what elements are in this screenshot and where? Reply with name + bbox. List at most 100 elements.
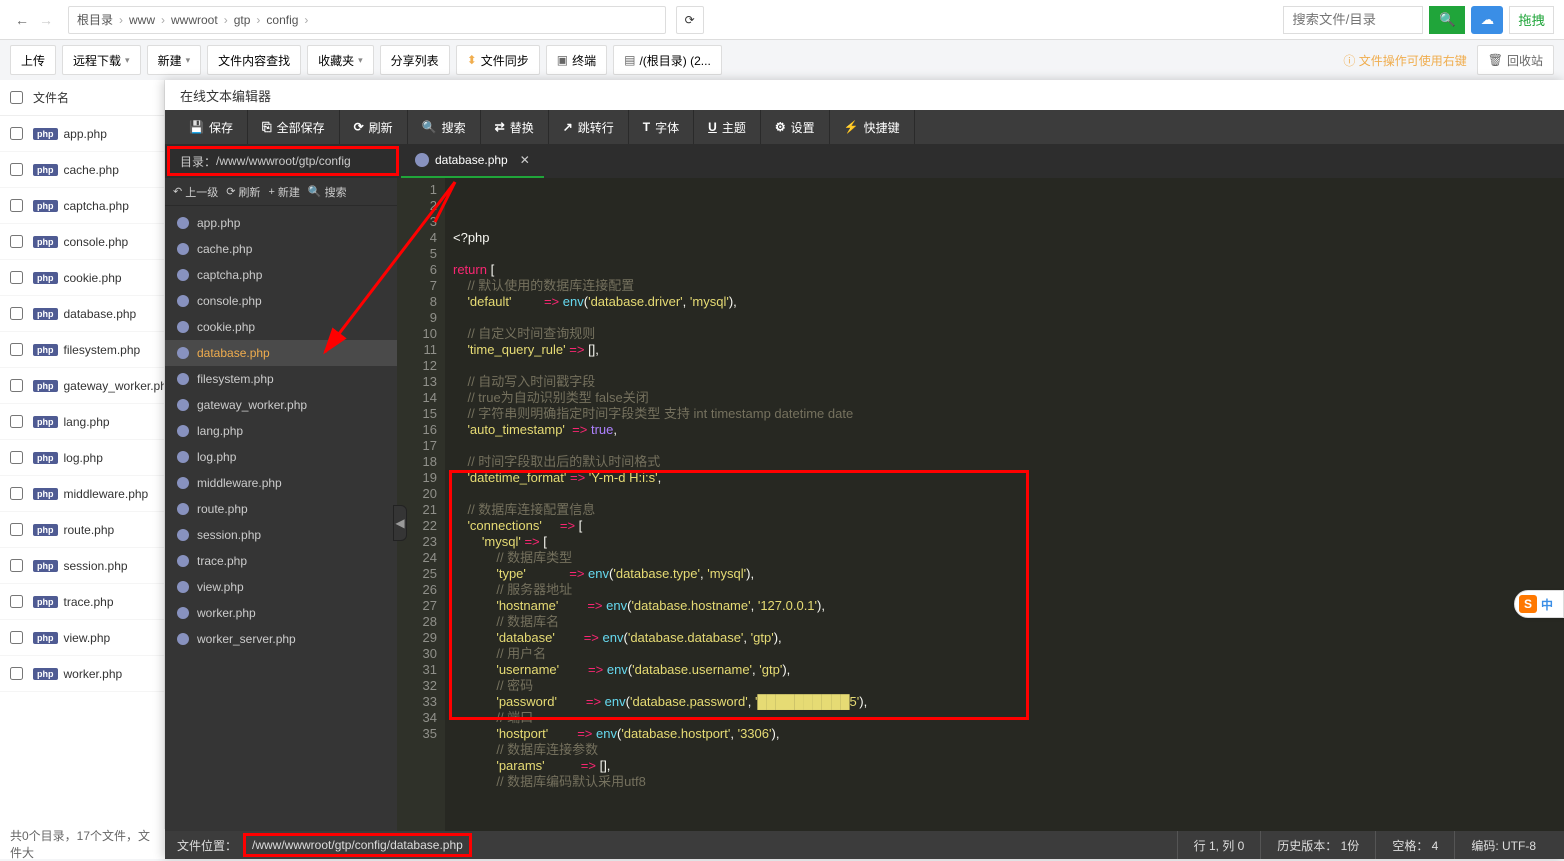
theme-button[interactable]: U主题 xyxy=(694,110,761,144)
file-row[interactable]: phpapp.php xyxy=(0,116,164,152)
select-all-checkbox[interactable] xyxy=(10,91,23,104)
file-name-label: console.php xyxy=(64,235,129,249)
cloud-button[interactable]: ☁ xyxy=(1471,6,1503,34)
upload-button[interactable]: 上传 xyxy=(10,45,56,75)
font-button[interactable]: T字体 xyxy=(629,110,694,144)
close-tab-button[interactable]: ✕ xyxy=(520,153,530,167)
recycle-button[interactable]: 🗑回收站 xyxy=(1477,45,1554,75)
file-row[interactable]: phpview.php xyxy=(0,620,164,656)
nav-forward-button[interactable]: → xyxy=(34,8,58,32)
tree-item[interactable]: cookie.php xyxy=(165,314,397,340)
file-checkbox[interactable] xyxy=(10,559,23,572)
refresh-button[interactable]: ⟳ xyxy=(676,6,704,34)
file-checkbox[interactable] xyxy=(10,163,23,176)
settings-button[interactable]: ⚙设置 xyxy=(761,110,830,144)
file-row[interactable]: phpconsole.php xyxy=(0,224,164,260)
file-checkbox[interactable] xyxy=(10,595,23,608)
file-checkbox[interactable] xyxy=(10,523,23,536)
replace-button[interactable]: ⇄替换 xyxy=(481,110,549,144)
tree-item[interactable]: view.php xyxy=(165,574,397,600)
file-row[interactable]: phpsession.php xyxy=(0,548,164,584)
tree-item[interactable]: worker_server.php xyxy=(165,626,397,652)
tree-item-label: captcha.php xyxy=(197,268,262,282)
tree-item[interactable]: console.php xyxy=(165,288,397,314)
tree-item[interactable]: worker.php xyxy=(165,600,397,626)
file-row[interactable]: phpcookie.php xyxy=(0,260,164,296)
root-path-button[interactable]: ▤/(根目录) (2... xyxy=(613,45,722,75)
file-row[interactable]: phpmiddleware.php xyxy=(0,476,164,512)
filename-column-header[interactable]: 文件名 xyxy=(33,89,69,106)
file-checkbox[interactable] xyxy=(10,127,23,140)
breadcrumb-root[interactable]: 根目录 xyxy=(77,11,113,28)
nav-back-button[interactable]: ← xyxy=(10,8,34,32)
file-row[interactable]: phpdatabase.php xyxy=(0,296,164,332)
tree-search-button[interactable]: 🔍 搜索 xyxy=(308,184,347,200)
file-row[interactable]: phpworker.php xyxy=(0,656,164,692)
file-row[interactable]: phproute.php xyxy=(0,512,164,548)
tree-up-button[interactable]: ↶ 上一级 xyxy=(173,184,218,200)
breadcrumb[interactable]: 根目录 › www › wwwroot › gtp › config › xyxy=(68,6,666,34)
refresh-button[interactable]: ⟳刷新 xyxy=(340,110,408,144)
favorites-button[interactable]: 收藏夹▾ xyxy=(307,45,374,75)
file-checkbox[interactable] xyxy=(10,379,23,392)
file-tab-database[interactable]: database.php ✕ xyxy=(401,144,544,178)
indent-spaces[interactable]: 空格： 4 xyxy=(1375,831,1454,859)
file-row[interactable]: phplang.php xyxy=(0,404,164,440)
terminal-button[interactable]: ▣终端 xyxy=(546,45,607,75)
file-checkbox[interactable] xyxy=(10,631,23,644)
tree-item[interactable]: trace.php xyxy=(165,548,397,574)
breadcrumb-part[interactable]: www xyxy=(129,13,155,27)
tree-new-button[interactable]: + 新建 xyxy=(268,184,299,200)
breadcrumb-part[interactable]: gtp xyxy=(234,13,251,27)
tree-item[interactable]: filesystem.php xyxy=(165,366,397,392)
file-checkbox[interactable] xyxy=(10,343,23,356)
file-row[interactable]: phpgateway_worker.php xyxy=(0,368,164,404)
sync-button[interactable]: ⬍文件同步 xyxy=(456,45,540,75)
cursor-position[interactable]: 行 1, 列 0 xyxy=(1177,831,1261,859)
file-checkbox[interactable] xyxy=(10,307,23,320)
drag-button[interactable]: 拖拽 xyxy=(1509,6,1554,34)
search-input[interactable] xyxy=(1283,6,1423,34)
file-row[interactable]: phpcache.php xyxy=(0,152,164,188)
encoding[interactable]: 编码: UTF-8 xyxy=(1454,831,1552,859)
tree-item[interactable]: session.php xyxy=(165,522,397,548)
share-button[interactable]: 分享列表 xyxy=(380,45,450,75)
file-checkbox[interactable] xyxy=(10,451,23,464)
file-checkbox[interactable] xyxy=(10,199,23,212)
tree-item[interactable]: gateway_worker.php xyxy=(165,392,397,418)
tree-refresh-button[interactable]: ⟳ 刷新 xyxy=(226,184,260,200)
breadcrumb-part[interactable]: wwwroot xyxy=(171,13,218,27)
code-editor[interactable]: 1234567891011121314151617181920212223242… xyxy=(397,178,1564,831)
shortcut-button[interactable]: ⚡快捷键 xyxy=(830,110,915,144)
file-row[interactable]: phpfilesystem.php xyxy=(0,332,164,368)
php-icon: php xyxy=(33,380,58,392)
file-checkbox[interactable] xyxy=(10,487,23,500)
history-version[interactable]: 历史版本： 1份 xyxy=(1260,831,1375,859)
file-checkbox[interactable] xyxy=(10,235,23,248)
ime-indicator[interactable]: S 中 xyxy=(1514,590,1564,618)
breadcrumb-part[interactable]: config xyxy=(266,13,298,27)
file-row[interactable]: phpcaptcha.php xyxy=(0,188,164,224)
save-all-button[interactable]: ⎘全部保存 xyxy=(248,110,340,144)
file-row[interactable]: phplog.php xyxy=(0,440,164,476)
file-checkbox[interactable] xyxy=(10,667,23,680)
collapse-tree-button[interactable]: ◀ xyxy=(393,505,407,541)
tree-item[interactable]: app.php xyxy=(165,210,397,236)
content-search-button[interactable]: 文件内容查找 xyxy=(207,45,301,75)
save-button[interactable]: 💾保存 xyxy=(175,110,248,144)
tree-item[interactable]: middleware.php xyxy=(165,470,397,496)
file-row[interactable]: phptrace.php xyxy=(0,584,164,620)
file-checkbox[interactable] xyxy=(10,415,23,428)
tree-item[interactable]: log.php xyxy=(165,444,397,470)
tree-item[interactable]: route.php xyxy=(165,496,397,522)
tree-item[interactable]: cache.php xyxy=(165,236,397,262)
tree-item[interactable]: database.php xyxy=(165,340,397,366)
search-button[interactable]: 🔍搜索 xyxy=(408,110,481,144)
goto-line-button[interactable]: ↗跳转行 xyxy=(549,110,629,144)
search-button[interactable]: 🔍 xyxy=(1429,6,1465,34)
file-checkbox[interactable] xyxy=(10,271,23,284)
tree-item[interactable]: captcha.php xyxy=(165,262,397,288)
remote-download-button[interactable]: 远程下载▾ xyxy=(62,45,141,75)
new-button[interactable]: 新建▾ xyxy=(147,45,202,75)
tree-item[interactable]: lang.php xyxy=(165,418,397,444)
